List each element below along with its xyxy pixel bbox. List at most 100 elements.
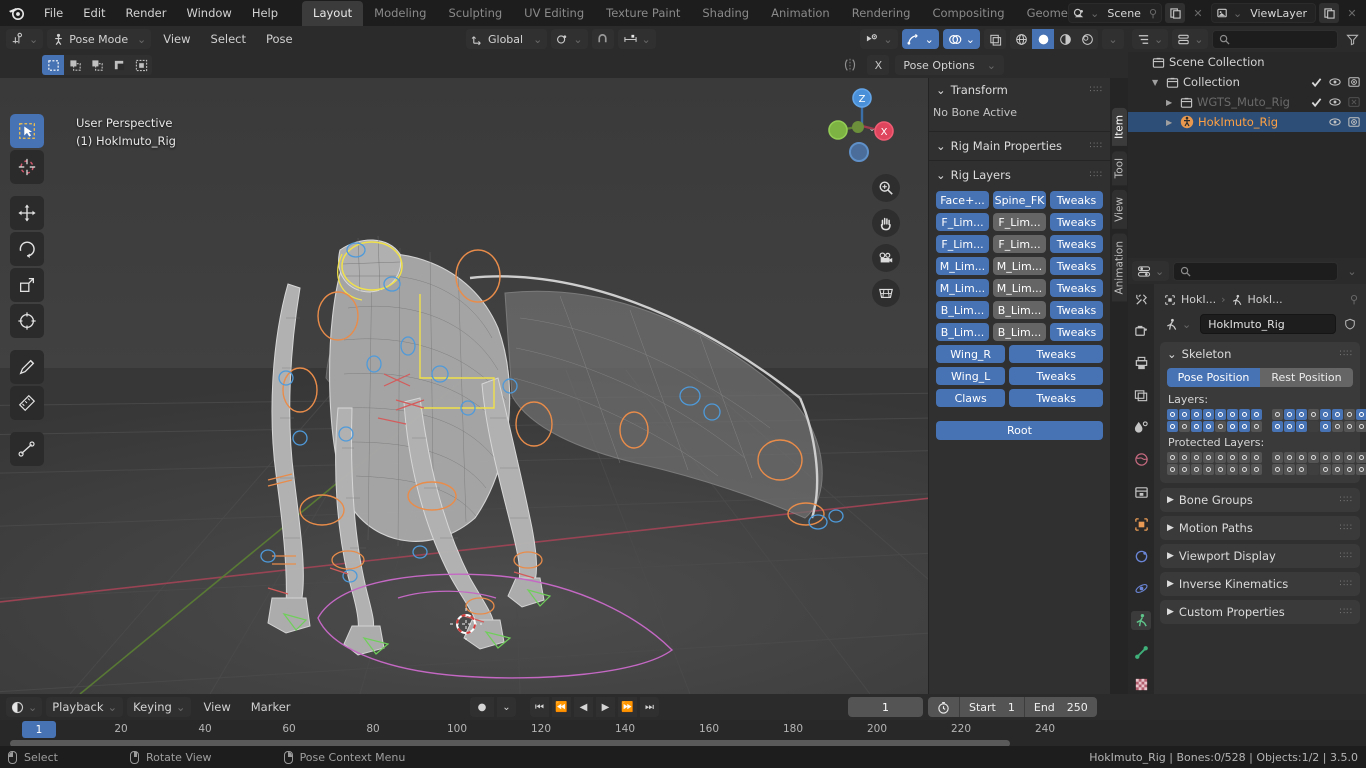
breadcrumb-object[interactable]: HokI... <box>1181 293 1216 306</box>
end-frame-field[interactable]: End 250 <box>1023 697 1097 717</box>
tool-measure-icon[interactable] <box>10 386 44 420</box>
layer-toggle[interactable] <box>1344 452 1355 463</box>
menu-help[interactable]: Help <box>242 3 288 23</box>
hand-icon[interactable] <box>872 209 900 237</box>
tab-shading[interactable]: Shading <box>691 1 760 26</box>
next-keyframe-button[interactable]: ⏩ <box>618 697 637 717</box>
keying-menu[interactable]: Keying ⌄ <box>127 697 192 717</box>
layer-toggle[interactable] <box>1191 421 1202 432</box>
layer-toggle[interactable] <box>1215 464 1226 475</box>
disclosure-triangle-icon[interactable]: ▼ <box>1152 78 1162 87</box>
layer-toggle[interactable] <box>1296 464 1307 475</box>
rig-layer-button[interactable]: Tweaks <box>1050 301 1103 319</box>
rig-layer-button[interactable]: B_Lim... <box>936 323 989 341</box>
eye-icon[interactable] <box>1329 116 1341 128</box>
tool-tweak-select-icon[interactable] <box>10 114 44 148</box>
tool-transform-icon[interactable] <box>10 304 44 338</box>
np-tab-animation[interactable]: Animation <box>1112 234 1127 302</box>
layer-toggle[interactable] <box>1251 452 1262 463</box>
panel-inverse-kinematics[interactable]: ▶ Inverse Kinematics ∷∷ <box>1160 572 1360 596</box>
ptab-tool-icon[interactable] <box>1131 290 1151 309</box>
tab-texture-paint[interactable]: Texture Paint <box>595 1 691 26</box>
outliner-row-scene-collection[interactable]: Scene Collection <box>1128 52 1366 72</box>
delete-scene-button[interactable]: ✕ <box>1188 3 1208 23</box>
eye-icon[interactable] <box>1329 76 1341 88</box>
camera-icon[interactable] <box>1348 96 1360 108</box>
rig-layer-button[interactable]: F_Lim... <box>936 213 989 231</box>
layer-toggle[interactable] <box>1203 409 1214 420</box>
outliner-row-hokimuto-rig[interactable]: ▶ HokImuto_Rig <box>1128 112 1366 132</box>
layer-toggle[interactable] <box>1215 409 1226 420</box>
ptab-bone-icon[interactable] <box>1131 643 1151 662</box>
new-viewlayer-button[interactable] <box>1319 3 1339 23</box>
ptab-texture-icon[interactable] <box>1131 675 1151 694</box>
layer-toggle[interactable] <box>1227 464 1238 475</box>
rig-layer-button[interactable]: Tweaks <box>1050 279 1103 297</box>
layer-toggle[interactable] <box>1227 421 1238 432</box>
drag-grip-icon[interactable]: ∷∷ <box>1340 607 1353 617</box>
layer-toggle[interactable] <box>1356 409 1366 420</box>
ptab-render-icon[interactable] <box>1131 322 1151 341</box>
layer-toggle[interactable] <box>1320 464 1331 475</box>
layer-toggle[interactable] <box>1191 464 1202 475</box>
layer-toggle[interactable] <box>1344 464 1355 475</box>
checkbox-icon[interactable] <box>1311 97 1322 108</box>
select-intersect-icon[interactable] <box>130 55 152 75</box>
rig-layer-button[interactable]: M_Lim... <box>993 257 1046 275</box>
start-frame-field[interactable]: Start 1 <box>959 697 1024 717</box>
np-tab-item[interactable]: Item <box>1112 108 1127 146</box>
tool-scale-icon[interactable] <box>10 268 44 302</box>
rig-layers-header[interactable]: ⌄ Rig Layers ∷∷ <box>929 163 1110 187</box>
checkbox-icon[interactable] <box>1311 77 1322 88</box>
fake-user-shield-icon[interactable] <box>1340 314 1360 334</box>
panel-motion-paths[interactable]: ▶ Motion Paths ∷∷ <box>1160 516 1360 540</box>
layer-toggle[interactable] <box>1308 409 1319 420</box>
drag-grip-icon[interactable]: ∷∷ <box>1340 349 1353 359</box>
layer-toggle[interactable] <box>1284 452 1295 463</box>
layer-toggle[interactable] <box>1227 409 1238 420</box>
shading-rendered-icon[interactable] <box>1076 29 1098 49</box>
ptab-object-icon[interactable] <box>1131 515 1151 534</box>
layer-toggle[interactable] <box>1215 421 1226 432</box>
panel-viewport-display[interactable]: ▶ Viewport Display ∷∷ <box>1160 544 1360 568</box>
prev-keyframe-button[interactable]: ⏪ <box>552 697 571 717</box>
tool-move-icon[interactable] <box>10 196 44 230</box>
transform-orientation-selector[interactable]: Global ⌄ <box>466 29 548 49</box>
drag-grip-icon[interactable]: ∷∷ <box>1340 495 1353 505</box>
layer-toggle[interactable] <box>1227 452 1238 463</box>
layer-toggle[interactable] <box>1296 409 1307 420</box>
rig-layer-button[interactable]: F_Lim... <box>993 213 1046 231</box>
outliner-display-mode[interactable]: ⌄ <box>1172 29 1209 49</box>
rig-layer-button[interactable]: Tweaks <box>1009 389 1103 407</box>
rest-position-button[interactable]: Rest Position <box>1260 368 1353 387</box>
viewport-menu-view[interactable]: View <box>155 29 198 49</box>
rig-layer-button[interactable]: B_Lim... <box>993 301 1046 319</box>
jump-start-button[interactable]: ⏮ <box>530 697 549 717</box>
rig-layer-button[interactable]: Tweaks <box>1050 235 1103 253</box>
outliner-search-input[interactable] <box>1212 29 1338 49</box>
tab-modeling[interactable]: Modeling <box>363 1 437 26</box>
drag-grip-icon[interactable]: ∷∷ <box>1090 170 1103 180</box>
pose-mirror-icon[interactable] <box>839 55 861 75</box>
camera-icon[interactable] <box>1348 76 1360 88</box>
layer-toggle[interactable] <box>1332 452 1343 463</box>
layer-toggle[interactable] <box>1179 409 1190 420</box>
shading-solid-icon[interactable] <box>1032 29 1054 49</box>
rig-layer-button[interactable]: Tweaks <box>1050 257 1103 275</box>
playhead[interactable]: 1 <box>22 721 56 738</box>
select-subtract-icon[interactable] <box>86 55 108 75</box>
layer-toggle[interactable] <box>1308 421 1319 432</box>
properties-search-input[interactable] <box>1173 261 1338 281</box>
rig-layer-button[interactable]: Tweaks <box>1009 345 1103 363</box>
overlays-toggle[interactable]: ⌄ <box>942 29 980 49</box>
ptab-armature-data-icon[interactable] <box>1131 610 1151 630</box>
layer-toggle[interactable] <box>1344 409 1355 420</box>
layer-toggle[interactable] <box>1167 452 1178 463</box>
rig-layer-button[interactable]: F_Lim... <box>936 235 989 253</box>
disclosure-triangle-icon[interactable]: ▶ <box>1166 98 1176 107</box>
breadcrumb-data[interactable]: HokI... <box>1248 293 1283 306</box>
layer-toggle[interactable] <box>1308 452 1319 463</box>
select-invert-icon[interactable] <box>108 55 130 75</box>
viewport-menu-select[interactable]: Select <box>203 29 254 49</box>
drag-grip-icon[interactable]: ∷∷ <box>1090 85 1103 95</box>
